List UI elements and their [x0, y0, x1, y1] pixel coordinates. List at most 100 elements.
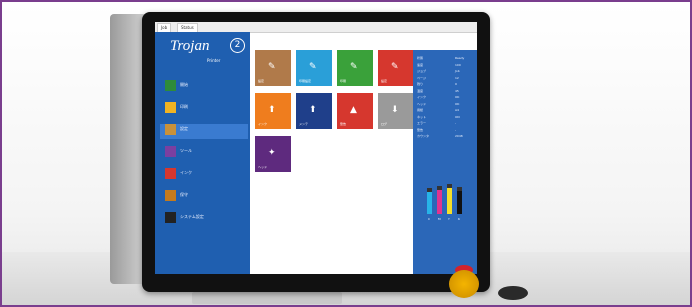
photo-frame: Job Status Trojan 2 Printer 開始 印刷 設定 ツール インク… — [0, 0, 692, 307]
status-row: カウンタ 2048 — [417, 134, 475, 138]
wrench-icon — [165, 124, 176, 135]
sidebar-item-label: インク — [180, 170, 192, 175]
sidebar-item-label: 保守 — [180, 192, 188, 197]
status-row: 用紙 A4 — [417, 108, 475, 112]
status-row: ジョブ Job — [417, 69, 475, 73]
maintenance-icon — [165, 190, 176, 201]
menu-tile-label: メンテ — [299, 122, 309, 126]
status-key: ネット — [417, 114, 427, 119]
download-icon: ⬇ — [391, 105, 399, 115]
logo-text: Trojan — [170, 38, 210, 54]
emergency-stop-base — [449, 270, 479, 298]
user-icon — [165, 80, 176, 91]
menu-tile-label: 警告 — [340, 122, 347, 126]
status-row: ヘッド OK — [417, 102, 475, 106]
ink-label: C — [428, 217, 431, 221]
ink-level-bar — [427, 192, 432, 214]
ink-icon — [165, 168, 176, 179]
sidebar-item[interactable]: 保守 — [165, 190, 245, 205]
sidebar-item[interactable]: インク — [165, 168, 245, 183]
wrench-icon: ✎ — [268, 62, 276, 72]
status-row: 速度 100 — [417, 63, 475, 67]
status-key: 状態 — [417, 56, 424, 60]
status-row: ページ 12 — [417, 76, 475, 80]
menu-tile-label: ログ — [381, 122, 388, 126]
heads-icon: ✦ — [268, 148, 276, 158]
status-value: - — [455, 127, 457, 132]
status-value: ON — [455, 114, 460, 119]
status-value: OK — [455, 95, 460, 99]
status-panel: 状態 Ready 速度 100 ジョブ Job ページ 12 残り 0 温度 45 インク OK ヘッド OK… — [413, 50, 477, 274]
monitor-stand-base — [192, 292, 342, 304]
sidebar-item[interactable]: システム設定 — [165, 212, 245, 227]
sidebar-item-label: 印刷 — [180, 104, 188, 109]
menu-tile-label: インク — [258, 122, 268, 126]
touch-screen: Job Status Trojan 2 Printer 開始 印刷 設定 ツール インク… — [155, 22, 477, 274]
status-value: Ready — [455, 56, 465, 60]
sidebar: Trojan 2 Printer 開始印刷設定ツールインク保守システム設定 — [155, 32, 250, 274]
status-value: 0 — [455, 82, 457, 86]
status-row: 状態 Ready — [417, 56, 475, 60]
menu-tile[interactable]: ✎ 設定 — [378, 50, 414, 86]
ink-level-bar — [447, 188, 452, 214]
ink-level-bar — [437, 190, 442, 214]
logo-number: 2 — [230, 38, 245, 53]
status-key: 警告 — [417, 127, 424, 132]
status-key: 用紙 — [417, 108, 424, 112]
status-row: 温度 45 — [417, 89, 475, 93]
menu-tile[interactable]: ⬇ ログ — [378, 93, 414, 129]
status-key: ヘッド — [417, 101, 427, 106]
monitor-bezel: Job Status Trojan 2 Printer 開始 印刷 設定 ツール インク… — [142, 12, 490, 292]
sidebar-item-label: ツール — [180, 148, 192, 153]
sidebar-item[interactable]: 設定 — [160, 124, 248, 139]
folder-icon — [165, 102, 176, 113]
status-key: ジョブ — [417, 69, 427, 73]
menu-tile[interactable]: ⬆ メンテ — [296, 93, 332, 129]
wrench-icon: ✎ — [350, 62, 358, 72]
menu-tile[interactable]: ▲ 警告 — [337, 93, 373, 129]
sidebar-item[interactable]: ツール — [165, 146, 245, 161]
menu-tile[interactable]: ✦ ヘッド — [255, 136, 291, 172]
menu-tile[interactable]: ✎ 印刷設定 — [296, 50, 332, 86]
menu-tile[interactable]: ⬆ インク — [255, 93, 291, 129]
status-key: 残り — [417, 82, 424, 86]
status-row: ネット ON — [417, 115, 475, 119]
status-row: エラー - — [417, 121, 475, 125]
status-value: A4 — [455, 108, 459, 112]
control-button[interactable] — [498, 286, 528, 300]
status-value: 100 — [455, 62, 461, 67]
upload-icon: ⬆ — [309, 105, 317, 115]
menu-tile[interactable]: ✎ 印刷 — [337, 50, 373, 86]
status-row: 警告 - — [417, 128, 475, 132]
menu-tile-label: 設定 — [381, 79, 388, 83]
logo-subtitle: Printer — [207, 58, 221, 63]
menu-tile-label: ヘッド — [258, 165, 268, 169]
sidebar-item-label: 設定 — [180, 126, 188, 131]
status-value: - — [455, 121, 457, 125]
status-key: 温度 — [417, 88, 424, 93]
menu-tile[interactable]: ✎ 設定 — [255, 50, 291, 86]
status-value: 12 — [455, 75, 459, 80]
status-value: Job — [455, 69, 460, 73]
status-value: OK — [455, 101, 460, 106]
status-key: カウンタ — [417, 134, 430, 138]
wrench-icon: ✎ — [391, 62, 399, 72]
tool-icon — [165, 146, 176, 157]
status-value: 45 — [455, 88, 459, 93]
warning-icon: ▲ — [350, 105, 357, 115]
sidebar-item-label: 開始 — [180, 82, 188, 87]
status-key: ページ — [417, 75, 426, 80]
status-row: 残り 0 — [417, 82, 475, 86]
status-key: 速度 — [417, 62, 424, 67]
wrench-icon: ✎ — [309, 62, 317, 72]
sidebar-item-label: システム設定 — [180, 214, 204, 219]
status-key: インク — [417, 95, 427, 99]
status-value: 2048 — [455, 134, 463, 138]
ink-label: K — [458, 217, 460, 221]
sidebar-item[interactable]: 印刷 — [165, 102, 245, 117]
sidebar-item[interactable]: 開始 — [165, 80, 245, 95]
ink-label: Y — [448, 217, 450, 221]
settings-icon — [165, 212, 176, 223]
ink-label: M — [438, 217, 441, 221]
menu-tile-label: 印刷設定 — [299, 79, 312, 83]
